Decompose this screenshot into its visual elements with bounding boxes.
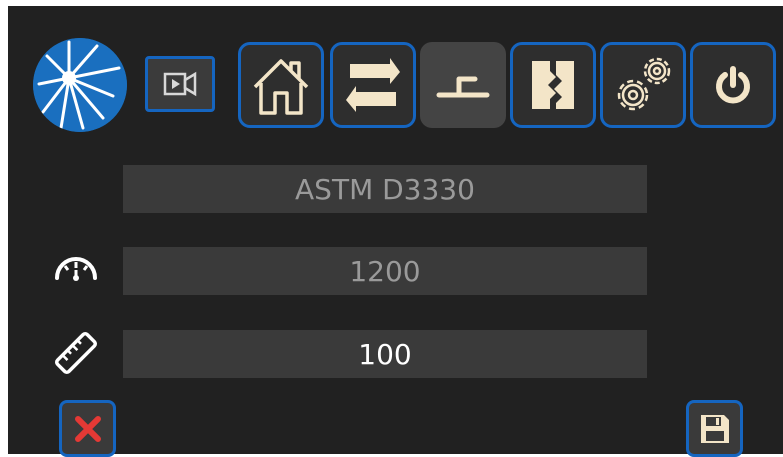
power-button[interactable] bbox=[690, 42, 776, 128]
ruler-icon bbox=[48, 328, 104, 378]
sample-clamp-icon bbox=[532, 61, 574, 109]
length-field[interactable]: 100 bbox=[123, 330, 647, 378]
test-standard-field[interactable]: ASTM D3330 bbox=[123, 165, 647, 213]
gears-icon bbox=[617, 57, 671, 111]
sample-button[interactable] bbox=[510, 42, 596, 128]
length-value: 100 bbox=[358, 337, 412, 371]
settings-button[interactable] bbox=[600, 42, 686, 128]
test-standard-value: ASTM D3330 bbox=[295, 172, 475, 206]
home-icon bbox=[253, 59, 309, 115]
speed-value: 1200 bbox=[349, 254, 421, 288]
speedometer-icon bbox=[48, 242, 104, 292]
save-button[interactable] bbox=[686, 400, 743, 457]
transfer-arrows-icon bbox=[346, 58, 400, 112]
speed-field[interactable]: 1200 bbox=[123, 247, 647, 295]
cancel-button[interactable] bbox=[59, 400, 116, 457]
save-icon bbox=[700, 414, 729, 443]
main-panel: ASTM D3330 1200 100 bbox=[8, 6, 783, 457]
camera-button[interactable] bbox=[145, 56, 215, 112]
step-icon bbox=[436, 76, 490, 98]
starburst-logo bbox=[33, 38, 127, 132]
power-icon bbox=[716, 66, 750, 104]
video-camera-icon bbox=[163, 71, 197, 97]
step-button[interactable] bbox=[420, 42, 506, 128]
home-button[interactable] bbox=[238, 42, 324, 128]
close-icon bbox=[74, 415, 101, 442]
transfer-button[interactable] bbox=[330, 42, 416, 128]
